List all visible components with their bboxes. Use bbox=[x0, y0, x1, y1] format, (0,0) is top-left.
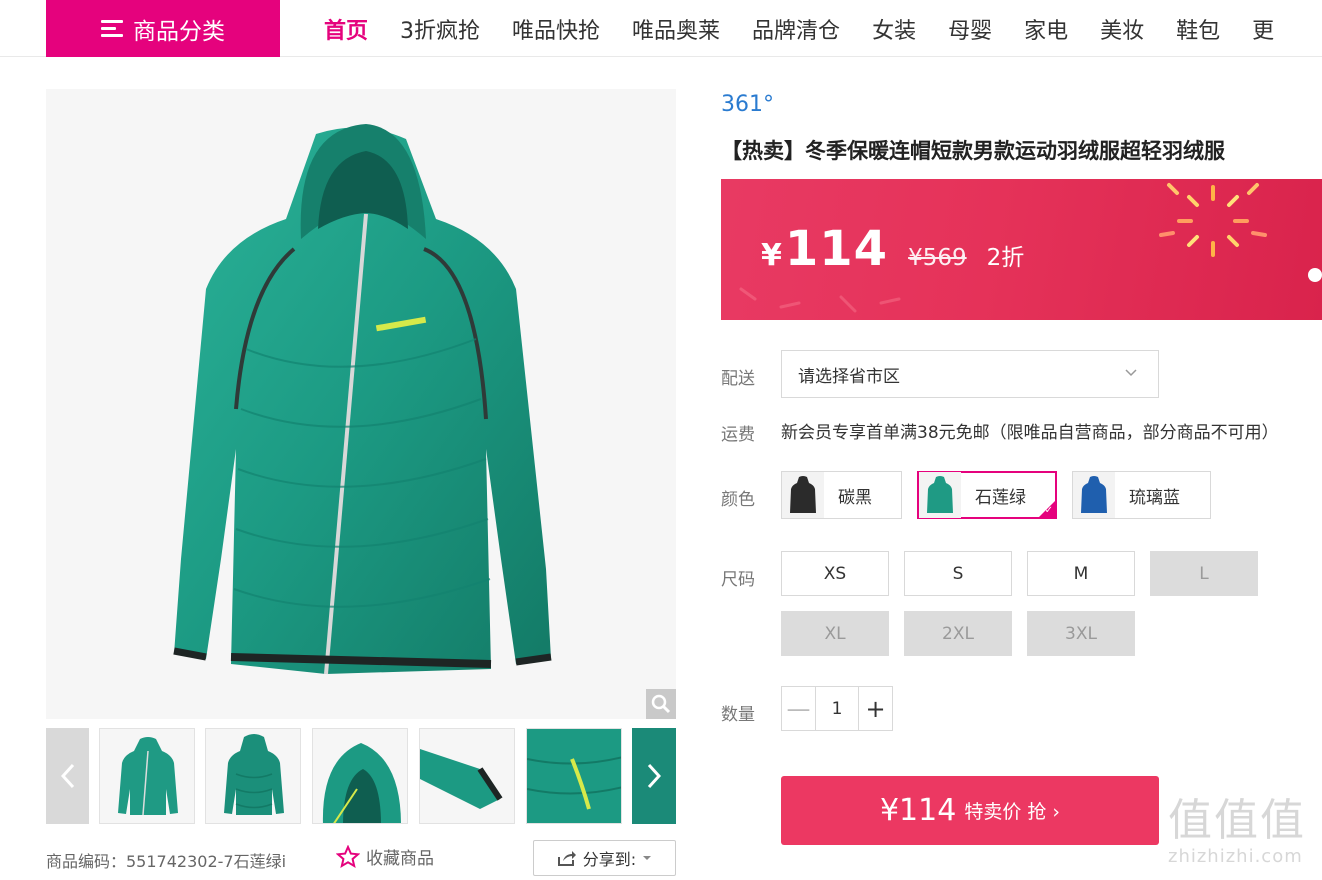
watermark-url: zhizhizhi.com bbox=[1168, 846, 1303, 867]
share-button[interactable]: 分享到: bbox=[533, 840, 676, 876]
color-swatch bbox=[919, 472, 961, 518]
share-icon bbox=[557, 851, 576, 866]
share-label: 分享到: bbox=[582, 850, 637, 869]
thumbnail-image bbox=[420, 749, 503, 809]
color-label: 颜色 bbox=[721, 490, 755, 510]
region-select-value: 请选择省市区 bbox=[798, 366, 900, 387]
product-title: 【热卖】冬季保暖连帽短款男款运动羽绒服超轻羽绒服 bbox=[721, 139, 1225, 163]
category-menu-label: 商品分类 bbox=[133, 18, 225, 45]
nav-link-clearance[interactable]: 品牌清仓 bbox=[736, 13, 856, 45]
category-menu-button[interactable]: 商品分类 bbox=[46, 0, 280, 57]
nav-link-baby[interactable]: 母婴 bbox=[932, 13, 1008, 45]
buy-button-label: 特卖价 抢 › bbox=[964, 801, 1061, 823]
brand-link[interactable]: 361° bbox=[721, 92, 774, 117]
size-option-s[interactable]: S bbox=[904, 551, 1012, 596]
caret-down-icon bbox=[643, 856, 652, 860]
price-banner: ¥114 ¥569 2折 bbox=[721, 179, 1322, 320]
thumb-next-button[interactable] bbox=[632, 728, 676, 824]
chevron-down-icon bbox=[1125, 369, 1137, 377]
freight-label: 运费 bbox=[721, 425, 755, 445]
zoom-button[interactable] bbox=[646, 689, 676, 719]
color-option-green[interactable]: 石莲绿 ✓ bbox=[917, 471, 1057, 519]
thumbnail-cuff[interactable] bbox=[419, 728, 515, 824]
size-option-xs[interactable]: XS bbox=[781, 551, 889, 596]
size-option-2xl: 2XL bbox=[904, 611, 1012, 656]
color-option-black[interactable]: 碳黑 bbox=[781, 471, 902, 519]
chevron-left-icon bbox=[60, 763, 74, 789]
chevron-right-icon bbox=[647, 763, 661, 789]
color-option-label: 石莲绿 bbox=[975, 487, 1026, 508]
jacket-image bbox=[173, 124, 552, 675]
jacket-icon bbox=[790, 476, 816, 513]
color-swatch bbox=[782, 472, 824, 518]
jacket-icon bbox=[927, 476, 953, 513]
size-option-l: L bbox=[1150, 551, 1258, 596]
size-option-xl: XL bbox=[781, 611, 889, 656]
discount-label: 2折 bbox=[986, 245, 1025, 271]
current-price-value: 114 bbox=[784, 221, 889, 277]
color-option-label: 琉璃蓝 bbox=[1129, 487, 1180, 508]
quantity-increment-button[interactable]: + bbox=[858, 687, 892, 730]
check-icon: ✓ bbox=[1044, 505, 1053, 516]
delivery-label: 配送 bbox=[721, 369, 755, 389]
original-price: ¥569 bbox=[908, 245, 967, 271]
nav-link-quick[interactable]: 唯品快抢 bbox=[496, 13, 616, 45]
nav-link-outlet[interactable]: 唯品奥莱 bbox=[616, 13, 736, 45]
nav-link-flash-3[interactable]: 3折疯抢 bbox=[384, 13, 496, 45]
thumbnail-image bbox=[118, 737, 178, 816]
top-nav: 商品分类 首页 3折疯抢 唯品快抢 唯品奥莱 品牌清仓 女装 母婴 家电 美妆 … bbox=[0, 0, 1322, 57]
thumbnail-image bbox=[224, 734, 284, 815]
price-group: ¥114 ¥569 2折 bbox=[761, 221, 1024, 277]
region-select[interactable]: 请选择省市区 bbox=[781, 350, 1159, 398]
site-watermark: 值值值 zhizhizhi.com bbox=[1168, 795, 1318, 868]
product-meta: 商品编码：551742302-7石莲绿i 收藏商品 分享到: bbox=[46, 840, 676, 878]
currency-symbol: ¥ bbox=[761, 238, 783, 273]
size-label: 尺码 bbox=[721, 570, 755, 590]
buy-button-price: ¥114 bbox=[879, 793, 957, 828]
nav-link-more[interactable]: 更 bbox=[1236, 13, 1290, 45]
thumbnail-pocket[interactable] bbox=[526, 728, 622, 824]
thumbnail-hood[interactable] bbox=[312, 728, 408, 824]
color-option-label: 碳黑 bbox=[838, 487, 872, 508]
color-option-blue[interactable]: 琉璃蓝 bbox=[1072, 471, 1211, 519]
nav-link-bags[interactable]: 鞋包 bbox=[1160, 13, 1236, 45]
thumbnail-strip bbox=[46, 728, 676, 824]
size-option-m[interactable]: M bbox=[1027, 551, 1135, 596]
nav-link-appliance[interactable]: 家电 bbox=[1008, 13, 1084, 45]
buy-now-button[interactable]: ¥114 特卖价 抢 › bbox=[781, 776, 1159, 845]
nav-links: 首页 3折疯抢 唯品快抢 唯品奥莱 品牌清仓 女装 母婴 家电 美妆 鞋包 更 bbox=[308, 0, 1290, 57]
quantity-stepper: — 1 + bbox=[781, 686, 893, 731]
star-icon bbox=[336, 844, 360, 868]
thumbnail-front[interactable] bbox=[99, 728, 195, 824]
menu-icon bbox=[101, 19, 123, 38]
magnifier-icon bbox=[651, 694, 671, 714]
product-main-image[interactable] bbox=[46, 89, 676, 719]
current-price: ¥114 bbox=[761, 221, 888, 277]
color-swatch bbox=[1073, 472, 1115, 518]
banner-pager-dot[interactable] bbox=[1308, 268, 1322, 282]
watermark-logo: 值值值 bbox=[1168, 795, 1306, 846]
thumbnail-image bbox=[527, 729, 621, 823]
favorite-label: 收藏商品 bbox=[366, 849, 434, 869]
thumbnail-image bbox=[322, 743, 401, 823]
quantity-value[interactable]: 1 bbox=[816, 687, 858, 730]
jacket-icon bbox=[1081, 476, 1107, 513]
thumb-prev-button[interactable] bbox=[46, 728, 89, 824]
freight-text: 新会员专享首单满38元免邮（限唯品自营商品，部分商品不可用） bbox=[781, 423, 1279, 443]
thumbnail-back[interactable] bbox=[205, 728, 301, 824]
favorite-button[interactable]: 收藏商品 bbox=[336, 844, 434, 869]
quantity-decrement-button[interactable]: — bbox=[782, 687, 816, 730]
nav-link-home[interactable]: 首页 bbox=[308, 13, 384, 45]
nav-link-beauty[interactable]: 美妆 bbox=[1084, 13, 1160, 45]
size-option-3xl: 3XL bbox=[1027, 611, 1135, 656]
nav-link-women[interactable]: 女装 bbox=[856, 13, 932, 45]
quantity-label: 数量 bbox=[721, 705, 755, 725]
sku-code: 商品编码：551742302-7石莲绿i bbox=[46, 852, 287, 871]
